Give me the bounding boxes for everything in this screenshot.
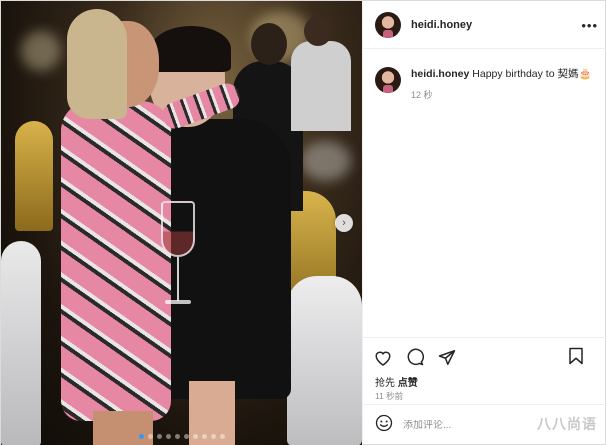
action-icons	[373, 346, 598, 368]
caption-username[interactable]: heidi.honey	[411, 68, 469, 80]
guest-head	[251, 23, 287, 65]
caption-body: heidi.honey Happy birthday to 契媽🎂 12 秒	[411, 67, 592, 102]
carousel-dot[interactable]	[174, 434, 180, 439]
white-chair	[1, 241, 41, 445]
guest-head	[304, 16, 332, 46]
wine-glass	[161, 201, 195, 257]
more-options-icon[interactable]: •••	[581, 18, 598, 33]
guest-silhouette	[291, 41, 351, 131]
caption-text: Happy birthday to 契媽🎂	[472, 68, 592, 80]
woman-hair	[151, 26, 231, 72]
like-action-link[interactable]: 点赞	[398, 378, 418, 389]
caption-time: 12 秒	[411, 90, 433, 100]
carousel-dot[interactable]	[183, 434, 189, 439]
carousel-dot[interactable]	[165, 434, 171, 439]
bokeh-light	[21, 31, 61, 71]
likes-prefix: 抢先	[375, 378, 395, 389]
white-chair	[287, 276, 362, 445]
woman-pink-dress	[61, 101, 171, 421]
header-username[interactable]: heidi.honey	[411, 19, 472, 31]
caption: heidi.honey Happy birthday to 契媽🎂 12 秒	[375, 67, 600, 102]
carousel-dot[interactable]	[192, 434, 198, 439]
carousel-dot[interactable]	[219, 434, 225, 439]
instagram-post: › heidi.honey ••• heidi.honey Happy birt…	[0, 0, 606, 445]
carousel-dot[interactable]	[147, 434, 153, 439]
post-photo[interactable]: ›	[1, 1, 362, 445]
post-timestamp: 11 秒前	[375, 391, 404, 401]
carousel-dot[interactable]	[138, 434, 144, 439]
comment-input[interactable]	[403, 420, 513, 431]
carousel-dot[interactable]	[210, 434, 216, 439]
gold-chair	[15, 121, 53, 231]
post-side-panel: heidi.honey ••• heidi.honey Happy birthd…	[362, 1, 606, 445]
bokeh-light	[301, 141, 351, 181]
comment-icon[interactable]	[405, 347, 425, 367]
share-icon[interactable]	[437, 347, 457, 367]
wine-glass-base	[165, 300, 191, 304]
carousel-dots	[1, 434, 362, 439]
post-header: heidi.honey •••	[363, 1, 606, 49]
woman-legs	[93, 411, 153, 445]
avatar[interactable]	[375, 11, 401, 38]
avatar[interactable]	[375, 67, 401, 93]
likes-line: 抢先 点赞	[375, 374, 418, 389]
wine-glass-stem	[177, 257, 179, 301]
carousel-dot[interactable]	[156, 434, 162, 439]
woman-hair	[67, 9, 127, 119]
next-photo-button[interactable]: ›	[335, 214, 353, 232]
heart-icon[interactable]	[373, 347, 393, 367]
watermark: 八八尚语	[537, 416, 597, 432]
bookmark-icon[interactable]	[566, 346, 586, 366]
next-arrow-icon: ›	[342, 217, 346, 229]
carousel-dot[interactable]	[201, 434, 207, 439]
emoji-icon[interactable]	[375, 414, 393, 437]
